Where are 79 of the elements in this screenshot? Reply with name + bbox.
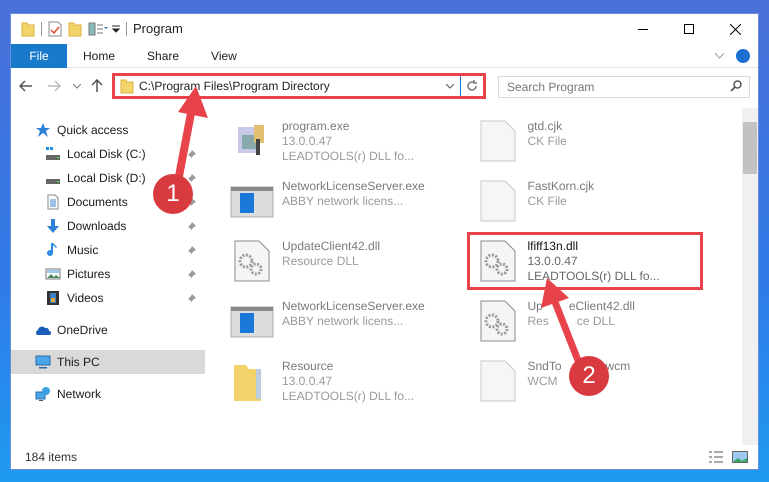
file-name: program.exe (282, 119, 350, 134)
selected-file-frame[interactable]: lfiff13n.dll 13.0.0.47 LEADTOOLS(r) DLL fo... (466, 232, 702, 290)
sidebar-item[interactable]: Videos (11, 286, 151, 310)
sidebar-item[interactable]: Documents (11, 190, 151, 214)
search-field[interactable]: Search Program (498, 76, 750, 98)
pin-icon (187, 173, 197, 183)
window-title: Program (133, 20, 183, 38)
up-arrow-icon[interactable] (91, 79, 103, 93)
pin-icon (187, 245, 197, 255)
file-detail: ABBY network licens... (282, 194, 404, 209)
search-icon[interactable] (730, 80, 742, 92)
file-detail: Res (528, 314, 549, 329)
sidebar-item[interactable]: Music (11, 238, 151, 262)
file-name: eClient42.dll (568, 299, 635, 314)
file-detail: Resource DLL (282, 254, 359, 269)
pin-icon (187, 221, 197, 231)
sidebar-item[interactable]: Network (11, 382, 151, 406)
scrollbar[interactable] (742, 108, 758, 445)
file-detail: 13.0.0.47 (282, 374, 332, 389)
properties-icon (48, 21, 62, 37)
file-name: NetworkLicenseServer.exe (282, 179, 425, 194)
folder-icon (120, 78, 134, 94)
step-badge: 1 (153, 174, 193, 214)
file-detail: ce DLL (576, 314, 615, 329)
file-detail: CK File (528, 134, 567, 149)
address-path: C:\Program Files\Program Directory (139, 78, 331, 95)
thumbnail-view-icon[interactable] (732, 450, 748, 464)
file-name: gtd.cjk (528, 119, 562, 134)
file-name: Resource (282, 359, 334, 374)
file-detail: LEADTOOLS(r) DLL fo... (528, 269, 660, 284)
refresh-icon[interactable] (466, 80, 478, 92)
download-icon (45, 218, 61, 234)
picture-icon (45, 266, 61, 282)
pin-icon (187, 269, 197, 279)
drive-icon (45, 146, 61, 162)
file-name: FastKorn.cjk (528, 179, 594, 194)
file-detail: LEADTOOLS(r) DLL fo... (282, 389, 414, 404)
file-detail: WCM (528, 374, 558, 389)
ribbon-tab[interactable]: Share (131, 44, 196, 68)
film-icon (45, 290, 61, 306)
customize-caret-icon (112, 25, 120, 33)
ribbon-tab[interactable]: Home (67, 44, 132, 68)
folder-icon (21, 21, 35, 37)
file-detail: LEADTOOLS(r) DLL fo... (282, 149, 414, 164)
item-count: 184 items (25, 449, 78, 466)
sidebar-item[interactable]: Local Disk (C:) (11, 142, 151, 166)
file-name: UpdateClient42.dll (282, 239, 380, 254)
file-detail: CK File (528, 194, 567, 209)
file-name: lfiff13n.dll (528, 239, 578, 254)
computer-icon (35, 354, 51, 370)
drive-icon (45, 179, 61, 184)
file-name: Up (528, 299, 543, 314)
sidebar-item[interactable]: Local Disk (D:) (11, 166, 151, 190)
recent-caret-icon[interactable] (73, 84, 81, 88)
file-detail: 13.0.0.47 (528, 254, 578, 269)
sidebar-item[interactable]: Quick access (11, 118, 151, 142)
file-detail: 13.0.0.47 (282, 134, 332, 149)
network-icon (35, 386, 51, 402)
document-icon (45, 194, 61, 210)
back-arrow-icon[interactable] (19, 80, 33, 92)
ribbon-tab[interactable]: File (11, 44, 67, 68)
layout-icon (88, 22, 108, 36)
dropdown-caret-icon[interactable] (446, 84, 454, 88)
details-view-icon[interactable] (708, 450, 724, 464)
close-icon (730, 24, 740, 34)
new-folder-icon (68, 21, 82, 37)
address-bar[interactable]: C:\Program Files\Program Directory (112, 73, 486, 99)
sidebar-item[interactable]: OneDrive (11, 318, 151, 342)
file-detail: ABBY network licens... (282, 314, 404, 329)
ribbon-tab[interactable]: View (195, 44, 253, 68)
chevron-down-icon[interactable] (715, 52, 724, 58)
sidebar-item[interactable]: Downloads (11, 214, 151, 238)
file-name: SndTo (528, 359, 562, 374)
pin-icon (187, 149, 197, 159)
pin-icon (187, 293, 197, 303)
file-name: NetworkLicenseServer.exe (282, 299, 425, 314)
star-icon (35, 122, 51, 138)
sidebar-item[interactable]: Pictures (11, 262, 151, 286)
sidebar-item[interactable]: This PC (11, 350, 205, 374)
